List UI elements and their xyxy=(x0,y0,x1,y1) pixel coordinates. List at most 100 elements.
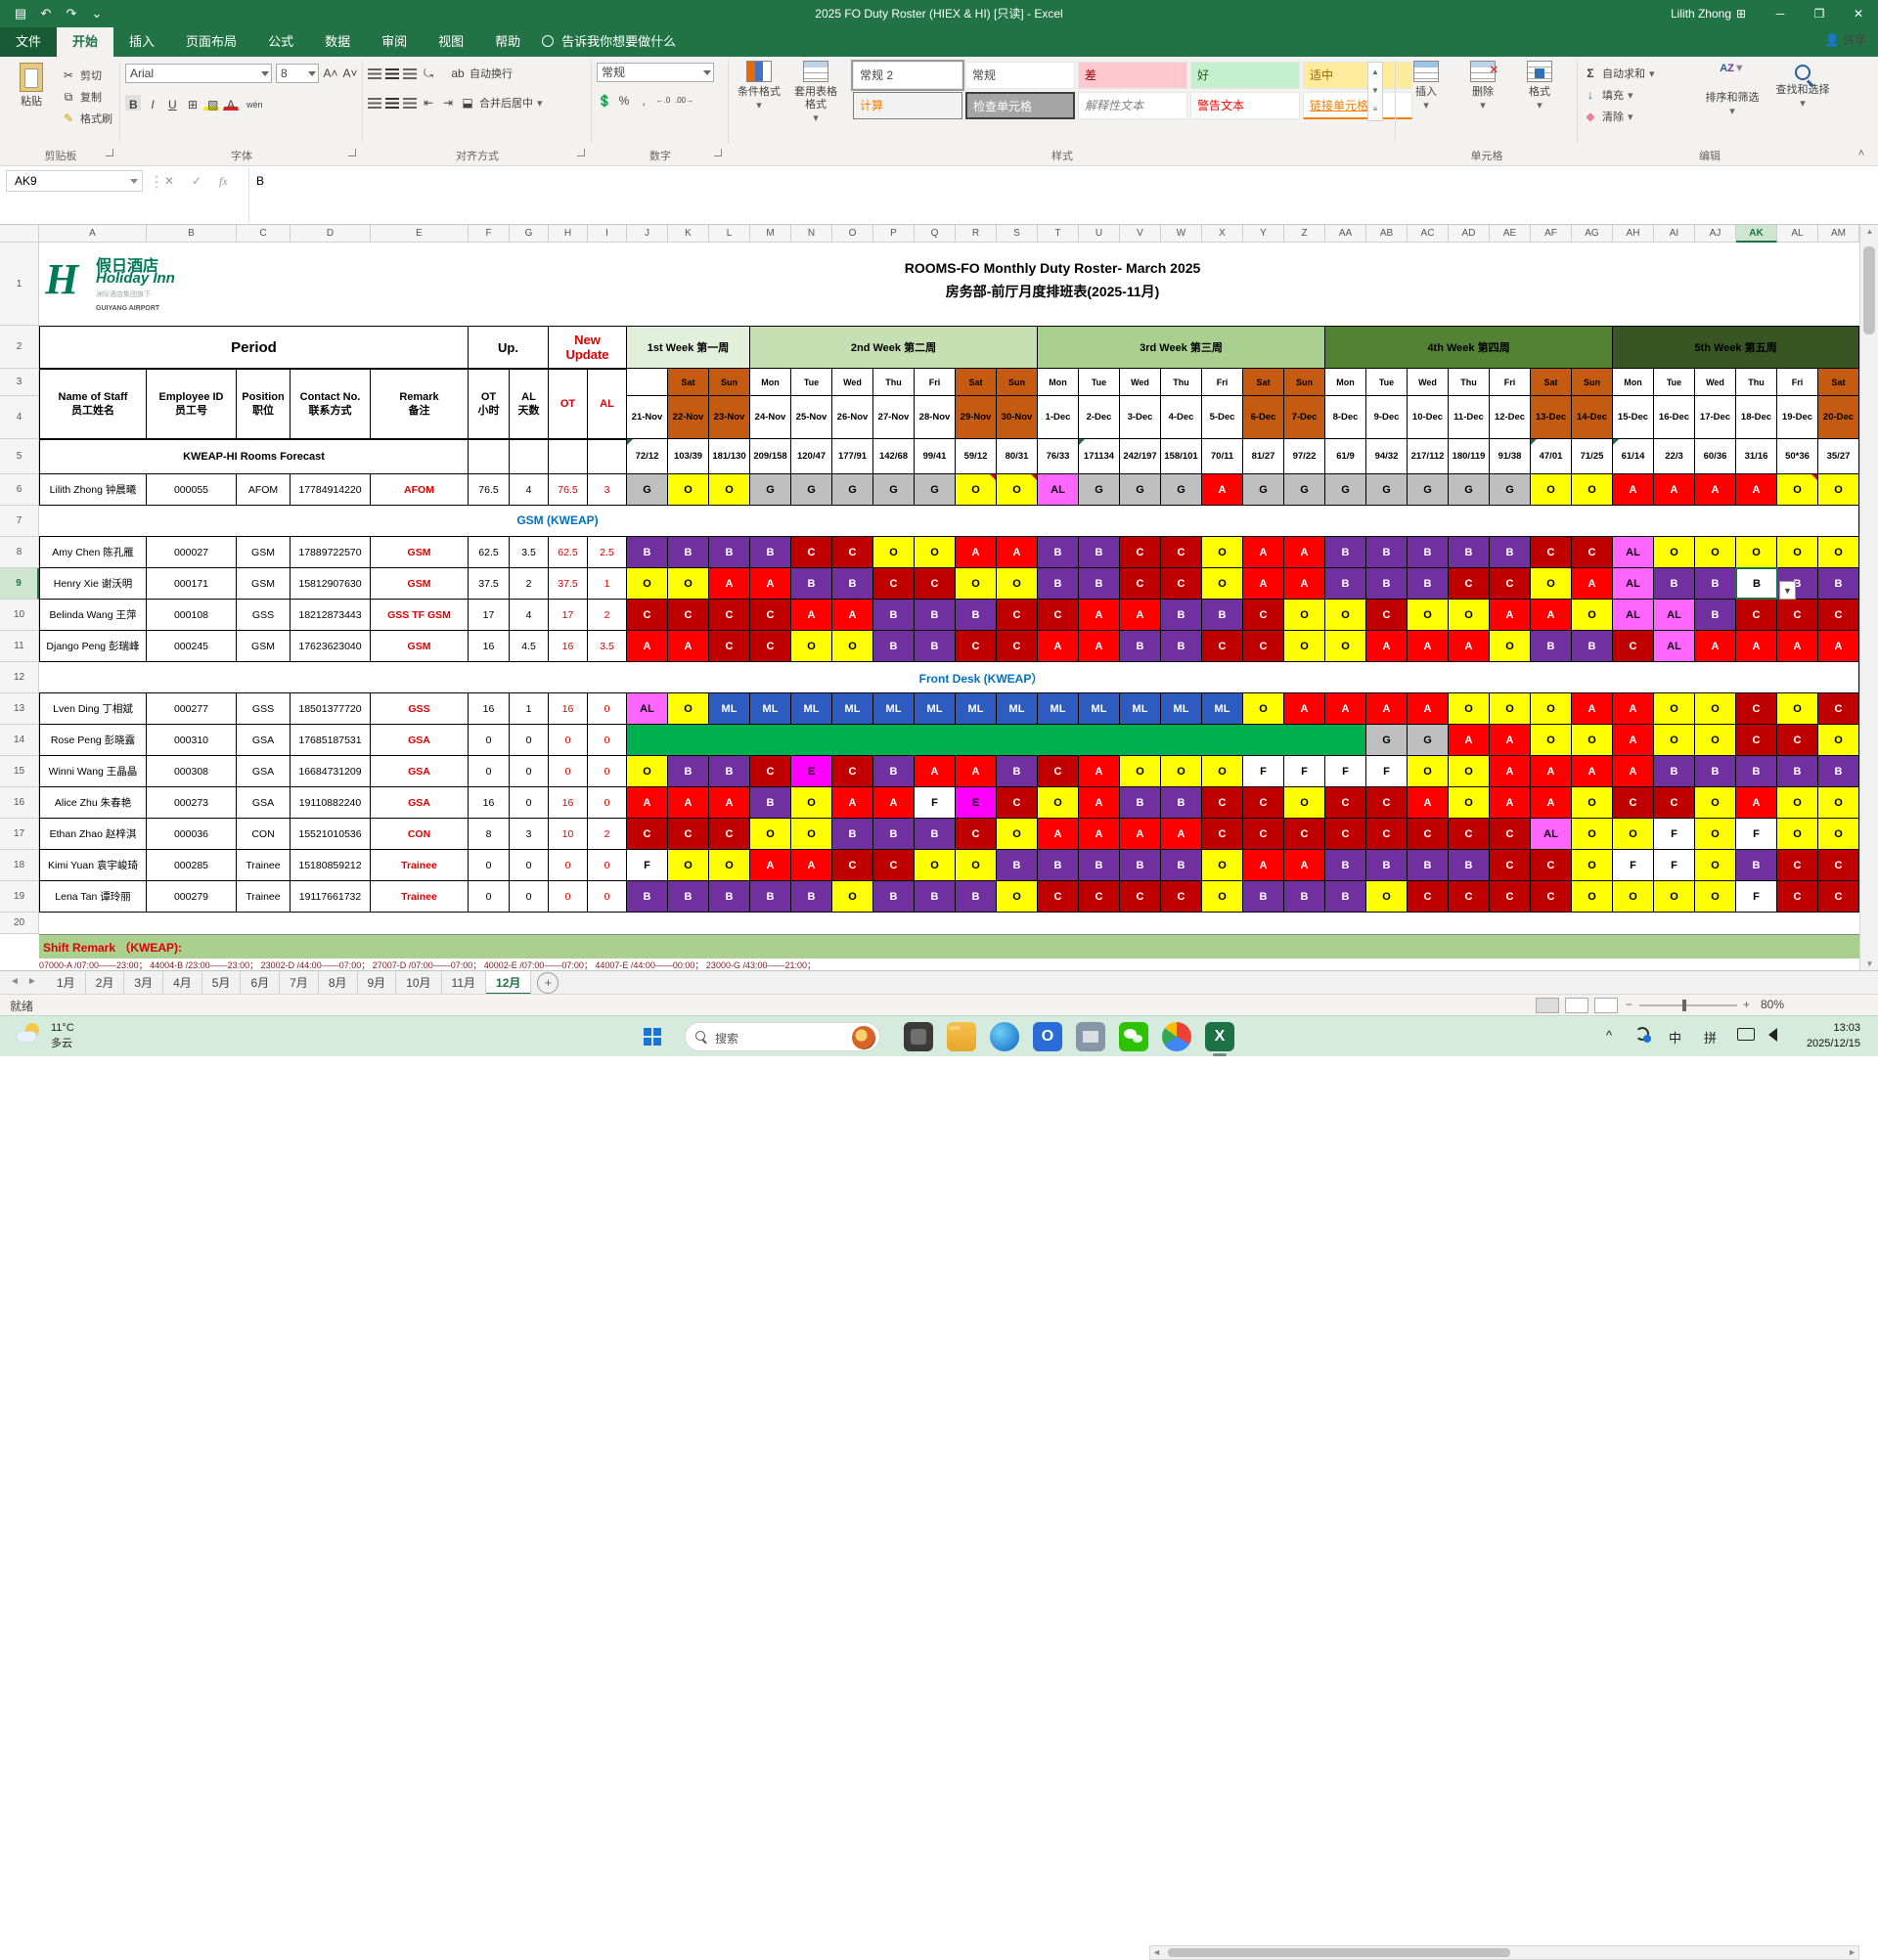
styles-gallery-scroll[interactable]: ▲ ▼ ≡ xyxy=(1367,62,1383,121)
shift-18-K[interactable]: O xyxy=(668,850,709,881)
shift-16-AK[interactable]: A xyxy=(1736,787,1777,819)
fill-color-icon[interactable]: ▧ xyxy=(203,95,219,111)
staff-14-col5[interactable]: 0 xyxy=(469,725,510,756)
staff-16-col2[interactable]: GSA xyxy=(237,787,291,819)
shift-6-AH[interactable]: A xyxy=(1613,474,1654,506)
shift-6-Q[interactable]: G xyxy=(915,474,956,506)
zoom-out-icon[interactable]: − xyxy=(1626,998,1632,1011)
shift-19-W[interactable]: C xyxy=(1161,881,1202,913)
shift-14-M[interactable] xyxy=(750,725,791,756)
staff-19-col1[interactable]: 000279 xyxy=(147,881,237,913)
col-header-J[interactable]: J xyxy=(627,225,668,243)
staff-14-col6[interactable]: 0 xyxy=(510,725,549,756)
cell-style-4[interactable]: 检查单元格 xyxy=(965,92,1075,119)
staff-14-col2[interactable]: GSA xyxy=(237,725,291,756)
shift-13-AF[interactable]: O xyxy=(1531,693,1572,725)
shift-17-AM[interactable]: O xyxy=(1818,819,1859,850)
vertical-scroll-thumb[interactable] xyxy=(1863,246,1875,334)
shift-17-R[interactable]: C xyxy=(956,819,997,850)
staff-6-col6[interactable]: 4 xyxy=(510,474,549,506)
staff-10-col1[interactable]: 000108 xyxy=(147,600,237,631)
formula-input[interactable]: B xyxy=(256,170,264,192)
outlook-icon[interactable]: O xyxy=(1033,1022,1062,1051)
shift-13-Q[interactable]: ML xyxy=(915,693,956,725)
shift-6-AD[interactable]: G xyxy=(1449,474,1490,506)
align-left-icon[interactable] xyxy=(368,97,381,109)
percent-style-icon[interactable]: % xyxy=(616,93,632,109)
shift-13-AJ[interactable]: O xyxy=(1695,693,1736,725)
ime-mode-icon[interactable]: 拼 xyxy=(1704,1028,1717,1047)
staff-8-col3[interactable]: 17889722570 xyxy=(291,537,371,568)
shift-17-AB[interactable]: C xyxy=(1366,819,1408,850)
sheet-tab-5月[interactable]: 5月 xyxy=(202,971,242,995)
shift-18-AA[interactable]: B xyxy=(1325,850,1366,881)
decrease-decimal-icon[interactable]: .00→ xyxy=(675,93,693,109)
shift-10-AE[interactable]: A xyxy=(1490,600,1531,631)
staff-18-col7[interactable]: 0 xyxy=(549,850,588,881)
col-header-AJ[interactable]: AJ xyxy=(1695,225,1736,243)
zoom-slider[interactable] xyxy=(1639,1000,1737,1011)
shift-16-X[interactable]: C xyxy=(1202,787,1243,819)
shift-17-P[interactable]: B xyxy=(873,819,915,850)
shift-18-AH[interactable]: F xyxy=(1613,850,1654,881)
autosum-button[interactable]: Σ 自动求和 ▾ xyxy=(1583,63,1654,84)
staff-18-col1[interactable]: 000285 xyxy=(147,850,237,881)
shift-11-J[interactable]: A xyxy=(627,631,668,662)
selected-cell[interactable]: B xyxy=(1735,567,1778,600)
shift-17-AE[interactable]: C xyxy=(1490,819,1531,850)
shift-8-O[interactable]: C xyxy=(832,537,873,568)
shift-13-J[interactable]: AL xyxy=(627,693,668,725)
shift-16-J[interactable]: A xyxy=(627,787,668,819)
staff-11-col7[interactable]: 16 xyxy=(549,631,588,662)
row-header-14[interactable]: 14 xyxy=(0,725,39,756)
shift-11-S[interactable]: C xyxy=(997,631,1038,662)
shift-13-R[interactable]: ML xyxy=(956,693,997,725)
shift-19-Z[interactable]: B xyxy=(1284,881,1325,913)
sheet-tab-10月[interactable]: 10月 xyxy=(396,971,442,995)
shift-17-J[interactable]: C xyxy=(627,819,668,850)
staff-10-col2[interactable]: GSS xyxy=(237,600,291,631)
shift-16-AA[interactable]: C xyxy=(1325,787,1366,819)
staff-13-col1[interactable]: 000277 xyxy=(147,693,237,725)
shift-8-J[interactable]: B xyxy=(627,537,668,568)
shift-17-W[interactable]: A xyxy=(1161,819,1202,850)
staff-18-col5[interactable]: 0 xyxy=(469,850,510,881)
row-header-10[interactable]: 10 xyxy=(0,600,39,631)
cell-dropdown-icon[interactable]: ▼ xyxy=(1779,581,1796,600)
shift-16-R[interactable]: E xyxy=(956,787,997,819)
shift-18-V[interactable]: B xyxy=(1120,850,1161,881)
shift-8-AG[interactable]: C xyxy=(1572,537,1613,568)
shift-9-AG[interactable]: A xyxy=(1572,568,1613,600)
staff-19-col3[interactable]: 19117661732 xyxy=(291,881,371,913)
shift-15-P[interactable]: B xyxy=(873,756,915,787)
shift-19-AH[interactable]: O xyxy=(1613,881,1654,913)
shift-19-AM[interactable]: C xyxy=(1818,881,1859,913)
shift-11-T[interactable]: A xyxy=(1038,631,1079,662)
cell-style-8[interactable]: 警告文本 xyxy=(1190,92,1300,119)
shift-13-AE[interactable]: O xyxy=(1490,693,1531,725)
col-header-Q[interactable]: Q xyxy=(915,225,956,243)
shift-18-R[interactable]: O xyxy=(956,850,997,881)
shift-18-AI[interactable]: F xyxy=(1654,850,1695,881)
tray-chevron-icon[interactable]: ^ xyxy=(1606,1028,1612,1043)
shift-17-N[interactable]: O xyxy=(791,819,832,850)
shift-9-AI[interactable]: B xyxy=(1654,568,1695,600)
shift-13-N[interactable]: ML xyxy=(791,693,832,725)
shift-19-AC[interactable]: C xyxy=(1408,881,1449,913)
fill-button[interactable]: ↓ 填充 ▾ xyxy=(1583,84,1655,106)
shift-11-AD[interactable]: A xyxy=(1449,631,1490,662)
decrease-indent-icon[interactable]: ⇤ xyxy=(421,95,436,111)
increase-indent-icon[interactable]: ⇥ xyxy=(440,95,456,111)
shift-9-Z[interactable]: A xyxy=(1284,568,1325,600)
row-header-12[interactable]: 12 xyxy=(0,662,39,693)
shift-9-Q[interactable]: C xyxy=(915,568,956,600)
staff-16-col7[interactable]: 16 xyxy=(549,787,588,819)
staff-15-col3[interactable]: 16684731209 xyxy=(291,756,371,787)
staff-8-col5[interactable]: 62.5 xyxy=(469,537,510,568)
staff-6-col5[interactable]: 76.5 xyxy=(469,474,510,506)
shift-8-AM[interactable]: O xyxy=(1818,537,1859,568)
shift-11-N[interactable]: O xyxy=(791,631,832,662)
shift-15-K[interactable]: B xyxy=(668,756,709,787)
shift-11-AG[interactable]: B xyxy=(1572,631,1613,662)
ribbon-tab-审阅[interactable]: 审阅 xyxy=(366,27,423,57)
